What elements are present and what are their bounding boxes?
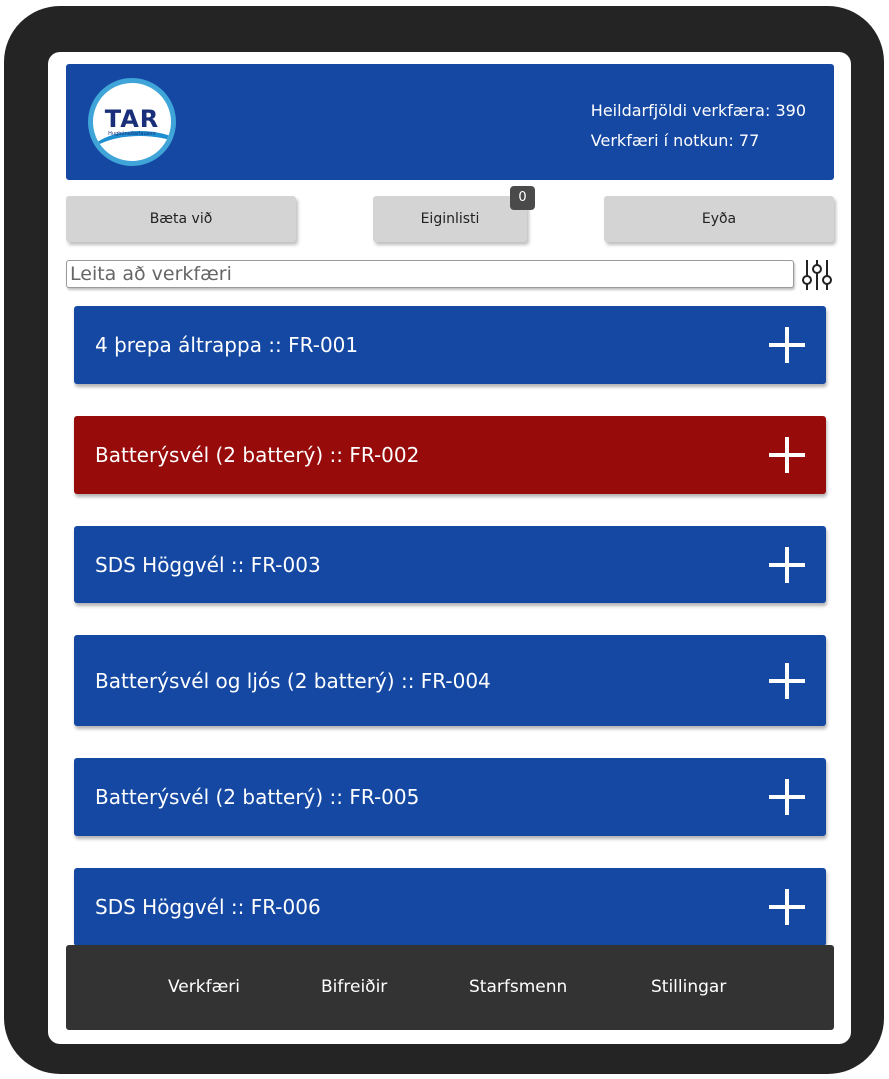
- nav-item-settings[interactable]: Stillingar: [651, 945, 726, 1030]
- nav-item-vehicles[interactable]: Bifreiðir: [321, 945, 387, 1030]
- nav-item-tools[interactable]: Verkfæri: [168, 945, 240, 1030]
- plus-icon[interactable]: [768, 326, 806, 364]
- app-header: TAR Hugbúnaðarlausnir Heildarfjöldi verk…: [66, 64, 834, 180]
- own-list-count-badge: 0: [510, 186, 535, 210]
- tool-label: SDS Höggvél :: FR-006: [95, 895, 321, 919]
- tools-in-use-count: Verkfæri í notkun: 77: [590, 131, 760, 150]
- tool-item-fr-002[interactable]: Batterýsvél (2 batterý) :: FR-002: [74, 416, 826, 494]
- tablet-frame: TAR Hugbúnaðarlausnir Heildarfjöldi verk…: [4, 6, 884, 1074]
- sliders-icon[interactable]: [801, 258, 833, 292]
- tool-item-fr-003[interactable]: SDS Höggvél :: FR-003: [74, 526, 826, 603]
- tar-logo: TAR Hugbúnaðarlausnir: [88, 78, 176, 166]
- bottom-nav: Verkfæri Bifreiðir Starfsmenn Stillingar: [66, 945, 834, 1030]
- tool-label: Batterýsvél (2 batterý) :: FR-002: [95, 443, 420, 467]
- tool-item-fr-005[interactable]: Batterýsvél (2 batterý) :: FR-005: [74, 758, 826, 836]
- delete-button[interactable]: Eyða: [604, 196, 834, 242]
- plus-icon[interactable]: [768, 888, 806, 926]
- app-screen: TAR Hugbúnaðarlausnir Heildarfjöldi verk…: [48, 52, 851, 1044]
- tool-label: SDS Höggvél :: FR-003: [95, 552, 321, 577]
- plus-icon[interactable]: [768, 778, 806, 816]
- logo-title: TAR: [104, 105, 160, 133]
- add-button[interactable]: Bæta við: [66, 196, 296, 242]
- plus-icon[interactable]: [768, 436, 806, 474]
- logo-subtitle: Hugbúnaðarlausnir: [108, 131, 156, 137]
- tool-label: Batterýsvél og ljós (2 batterý) :: FR-00…: [95, 668, 491, 693]
- tool-item-fr-006[interactable]: SDS Höggvél :: FR-006: [74, 868, 826, 946]
- total-tools-count: Heildarfjöldi verkfæra: 390: [590, 101, 806, 120]
- plus-icon[interactable]: [768, 546, 806, 584]
- search-input[interactable]: [66, 260, 794, 288]
- tool-item-fr-004[interactable]: Batterýsvél og ljós (2 batterý) :: FR-00…: [74, 635, 826, 726]
- plus-icon[interactable]: [768, 662, 806, 700]
- nav-item-employees[interactable]: Starfsmenn: [469, 945, 567, 1030]
- tool-stats: Heildarfjöldi verkfæra: 390 Verkfæri í n…: [591, 96, 806, 156]
- own-list-button[interactable]: Eiginlisti: [373, 196, 527, 242]
- tool-label: Batterýsvél (2 batterý) :: FR-005: [95, 785, 420, 809]
- tool-item-fr-001[interactable]: 4 þrepa áltrappa :: FR-001: [74, 306, 826, 384]
- tool-label: 4 þrepa áltrappa :: FR-001: [95, 333, 359, 357]
